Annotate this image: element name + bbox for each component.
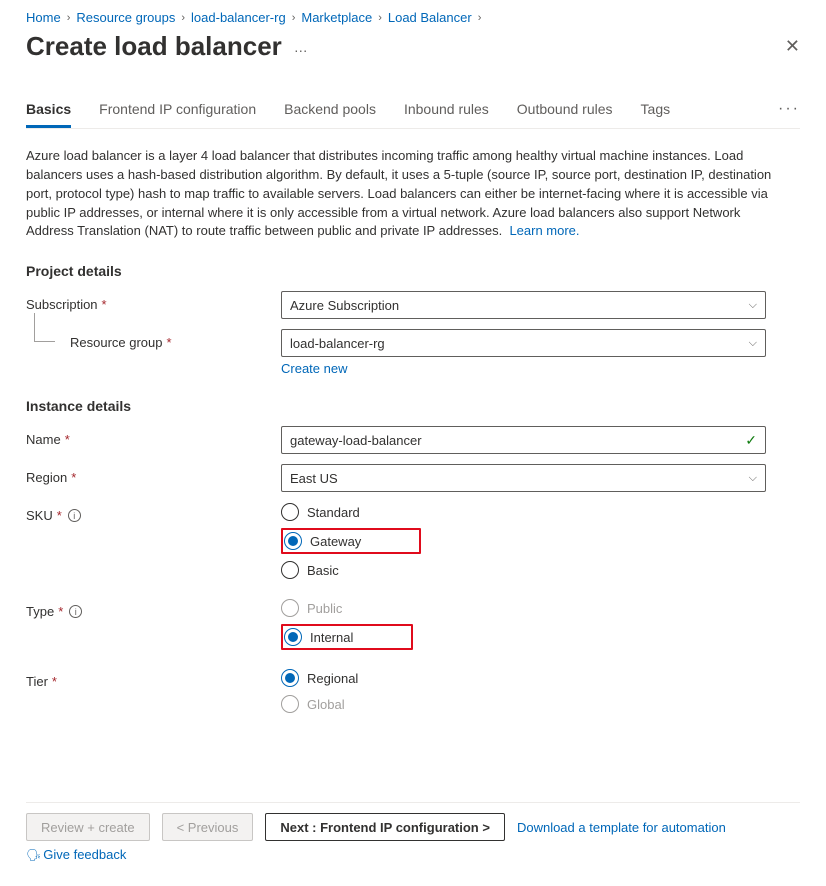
tier-regional-label: Regional: [307, 671, 358, 686]
info-icon[interactable]: i: [68, 509, 81, 522]
subscription-value: Azure Subscription: [290, 298, 399, 313]
name-value: gateway-load-balancer: [290, 433, 422, 448]
tab-basics[interactable]: Basics: [26, 101, 71, 128]
next-button[interactable]: Next : Frontend IP configuration >: [265, 813, 505, 841]
radio-icon: [281, 599, 299, 617]
type-internal-label: Internal: [310, 630, 353, 645]
resource-group-label: Resource group*: [26, 329, 281, 350]
resource-group-select[interactable]: load-balancer-rg ⌵: [281, 329, 766, 357]
type-radio-internal[interactable]: Internal: [284, 627, 357, 647]
section-project-details: Project details: [26, 263, 800, 279]
tabs-more-icon[interactable]: ···: [778, 100, 800, 128]
breadcrumb-load-balancer-rg[interactable]: load-balancer-rg: [191, 10, 286, 25]
tier-global-label: Global: [307, 697, 345, 712]
radio-icon: [284, 628, 302, 646]
tab-outbound-rules[interactable]: Outbound rules: [517, 101, 613, 127]
chevron-right-icon: ›: [378, 12, 382, 24]
more-icon[interactable]: …: [294, 39, 308, 55]
tab-tags[interactable]: Tags: [641, 101, 671, 127]
download-template-link[interactable]: Download a template for automation: [517, 820, 726, 835]
check-icon: ✓: [745, 432, 757, 449]
tier-label: Tier*: [26, 668, 281, 689]
info-icon[interactable]: i: [69, 605, 82, 618]
region-value: East US: [290, 471, 338, 486]
highlight-sku-gateway: Gateway: [281, 528, 421, 554]
give-feedback-link[interactable]: 🗣Give feedback: [26, 847, 126, 862]
chevron-down-icon: ⌵: [749, 337, 757, 350]
chevron-right-icon: ›: [292, 12, 296, 24]
tab-backend-pools[interactable]: Backend pools: [284, 101, 376, 127]
description-text: Azure load balancer is a layer 4 load ba…: [26, 148, 771, 238]
name-input[interactable]: gateway-load-balancer ✓: [281, 426, 766, 454]
type-radio-public: Public: [281, 598, 766, 618]
feedback-icon: 🗣: [26, 848, 41, 862]
subscription-select[interactable]: Azure Subscription ⌵: [281, 291, 766, 319]
highlight-type-internal: Internal: [281, 624, 413, 650]
breadcrumb-marketplace[interactable]: Marketplace: [301, 10, 372, 25]
sku-gateway-label: Gateway: [310, 534, 361, 549]
page-title: Create load balancer: [26, 31, 282, 62]
description: Azure load balancer is a layer 4 load ba…: [26, 147, 781, 241]
chevron-down-icon: ⌵: [749, 299, 757, 312]
region-select[interactable]: East US ⌵: [281, 464, 766, 492]
radio-icon: [281, 669, 299, 687]
radio-icon: [281, 561, 299, 579]
section-instance-details: Instance details: [26, 398, 800, 414]
sku-radio-group: Standard Gateway Basic: [281, 502, 766, 580]
name-label: Name*: [26, 426, 281, 447]
footer: Review + create < Previous Next : Fronte…: [26, 813, 800, 841]
sku-label: SKU* i: [26, 502, 281, 523]
sku-radio-standard[interactable]: Standard: [281, 502, 766, 522]
sku-basic-label: Basic: [307, 563, 339, 578]
tabs: Basics Frontend IP configuration Backend…: [26, 100, 800, 129]
resource-group-value: load-balancer-rg: [290, 336, 385, 351]
tier-radio-global: Global: [281, 694, 766, 714]
sku-standard-label: Standard: [307, 505, 360, 520]
radio-icon: [281, 695, 299, 713]
breadcrumb-load-balancer[interactable]: Load Balancer: [388, 10, 472, 25]
type-radio-group: Public Internal: [281, 598, 766, 650]
subscription-label: Subscription*: [26, 291, 281, 312]
chevron-right-icon: ›: [478, 12, 482, 24]
radio-icon: [281, 503, 299, 521]
close-icon[interactable]: ✕: [785, 36, 800, 57]
footer-divider: [26, 802, 800, 803]
chevron-right-icon: ›: [181, 12, 185, 24]
radio-icon: [284, 532, 302, 550]
breadcrumb-resource-groups[interactable]: Resource groups: [76, 10, 175, 25]
sku-radio-gateway[interactable]: Gateway: [284, 531, 365, 551]
breadcrumb: Home › Resource groups › load-balancer-r…: [26, 10, 800, 25]
tab-frontend-ip[interactable]: Frontend IP configuration: [99, 101, 256, 127]
chevron-down-icon: ⌵: [749, 472, 757, 485]
tier-radio-group: Regional Global: [281, 668, 766, 714]
type-public-label: Public: [307, 601, 342, 616]
learn-more-link[interactable]: Learn more.: [509, 223, 579, 238]
review-create-button: Review + create: [26, 813, 150, 841]
type-label: Type* i: [26, 598, 281, 619]
breadcrumb-home[interactable]: Home: [26, 10, 61, 25]
sku-radio-basic[interactable]: Basic: [281, 560, 766, 580]
region-label: Region*: [26, 464, 281, 485]
previous-button: < Previous: [162, 813, 254, 841]
tab-inbound-rules[interactable]: Inbound rules: [404, 101, 489, 127]
tier-radio-regional[interactable]: Regional: [281, 668, 766, 688]
create-new-link[interactable]: Create new: [281, 361, 347, 376]
chevron-right-icon: ›: [67, 12, 71, 24]
